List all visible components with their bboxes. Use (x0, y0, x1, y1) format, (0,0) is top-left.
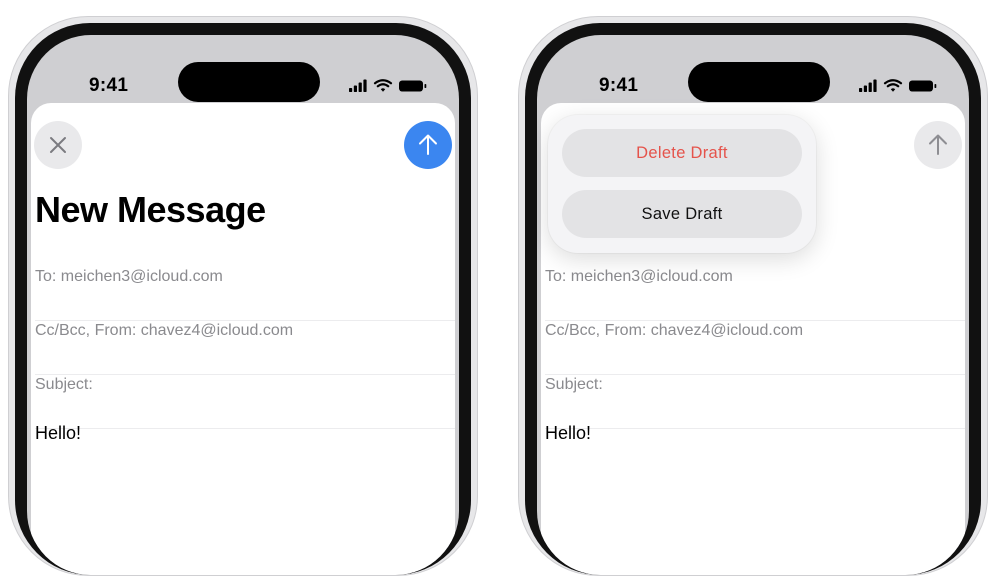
dynamic-island (688, 62, 830, 102)
to-field[interactable]: To: meichen3@icloud.com (35, 267, 455, 321)
page-title: New Message (35, 189, 266, 230)
ccbcc-from-label: Cc/Bcc, From: chavez4@icloud.com (545, 322, 804, 339)
phone-frame-right: 9:41 To: meichen3@icloud.com Cc/Bcc, Fro… (518, 16, 988, 576)
phone-bezel: 9:41 (525, 23, 981, 575)
send-button[interactable] (404, 121, 452, 169)
send-button[interactable] (914, 121, 962, 169)
xmark-icon (50, 137, 66, 153)
status-time: 9:41 (599, 75, 639, 96)
compose-sheet: New Message To: meichen3@icloud.com Cc/B… (31, 103, 455, 575)
subject-label: Subject: (35, 376, 93, 393)
arrow-up-icon (419, 134, 437, 155)
dynamic-island (178, 62, 320, 102)
status-bar-icons (349, 79, 427, 92)
to-field-label: To: meichen3@icloud.com (545, 268, 733, 285)
close-button[interactable] (34, 121, 82, 169)
message-body[interactable]: Hello! (35, 423, 81, 444)
phone-screen-left: 9:41 New Message To: meichen3@icloud.com… (27, 35, 459, 575)
status-bar-icons (859, 79, 937, 92)
phone-screen-right: 9:41 To: meichen3@icloud.com Cc/Bcc, Fro… (537, 35, 969, 575)
subject-label: Subject: (545, 376, 603, 393)
message-body[interactable]: Hello! (545, 423, 591, 444)
ccbcc-from-field[interactable]: Cc/Bcc, From: chavez4@icloud.com (545, 321, 965, 375)
status-icons (345, 79, 429, 93)
subject-field[interactable]: Subject: (545, 375, 965, 429)
draft-action-menu: Delete Draft Save Draft (548, 115, 816, 253)
ccbcc-from-field[interactable]: Cc/Bcc, From: chavez4@icloud.com (35, 321, 455, 375)
save-draft-button[interactable]: Save Draft (562, 190, 802, 238)
status-icons (855, 79, 939, 93)
to-field[interactable]: To: meichen3@icloud.com (545, 267, 965, 321)
phone-frame-left: 9:41 New Message To: meichen3@icloud.com… (8, 16, 478, 576)
ccbcc-from-label: Cc/Bcc, From: chavez4@icloud.com (35, 322, 294, 339)
subject-field[interactable]: Subject: (35, 375, 455, 429)
to-field-label: To: meichen3@icloud.com (35, 268, 223, 285)
arrow-up-icon (929, 134, 947, 155)
delete-draft-button[interactable]: Delete Draft (562, 129, 802, 177)
status-time: 9:41 (89, 75, 129, 96)
phone-bezel: 9:41 (15, 23, 471, 575)
